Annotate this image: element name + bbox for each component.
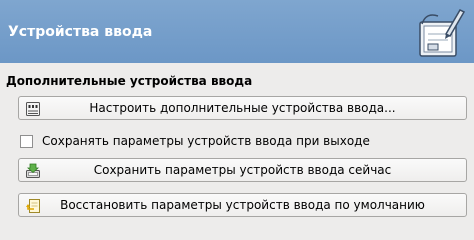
- input-devices-icon: [419, 9, 466, 57]
- configure-devices-button[interactable]: Настроить дополнительные устройства ввод…: [18, 96, 467, 120]
- save-on-exit-option[interactable]: Сохранять параметры устройств ввода при …: [20, 134, 370, 148]
- header-title: Устройства ввода: [8, 24, 153, 40]
- save-icon: [26, 163, 40, 178]
- preferences-icon: [26, 102, 40, 116]
- save-now-label: Сохранить параметры устройств ввода сейч…: [93, 163, 392, 177]
- save-on-exit-checkbox[interactable]: [20, 134, 33, 148]
- restore-defaults-label: Восстановить параметры устройств ввода п…: [60, 198, 425, 212]
- revert-icon: [26, 199, 40, 213]
- dialog-header: Устройства ввода: [0, 0, 474, 63]
- section-label: Дополнительные устройства ввода: [6, 74, 253, 88]
- restore-defaults-button[interactable]: Восстановить параметры устройств ввода п…: [18, 193, 467, 217]
- configure-devices-label: Настроить дополнительные устройства ввод…: [89, 101, 396, 115]
- save-on-exit-label: Сохранять параметры устройств ввода при …: [42, 134, 370, 148]
- save-now-button[interactable]: Сохранить параметры устройств ввода сейч…: [18, 158, 467, 182]
